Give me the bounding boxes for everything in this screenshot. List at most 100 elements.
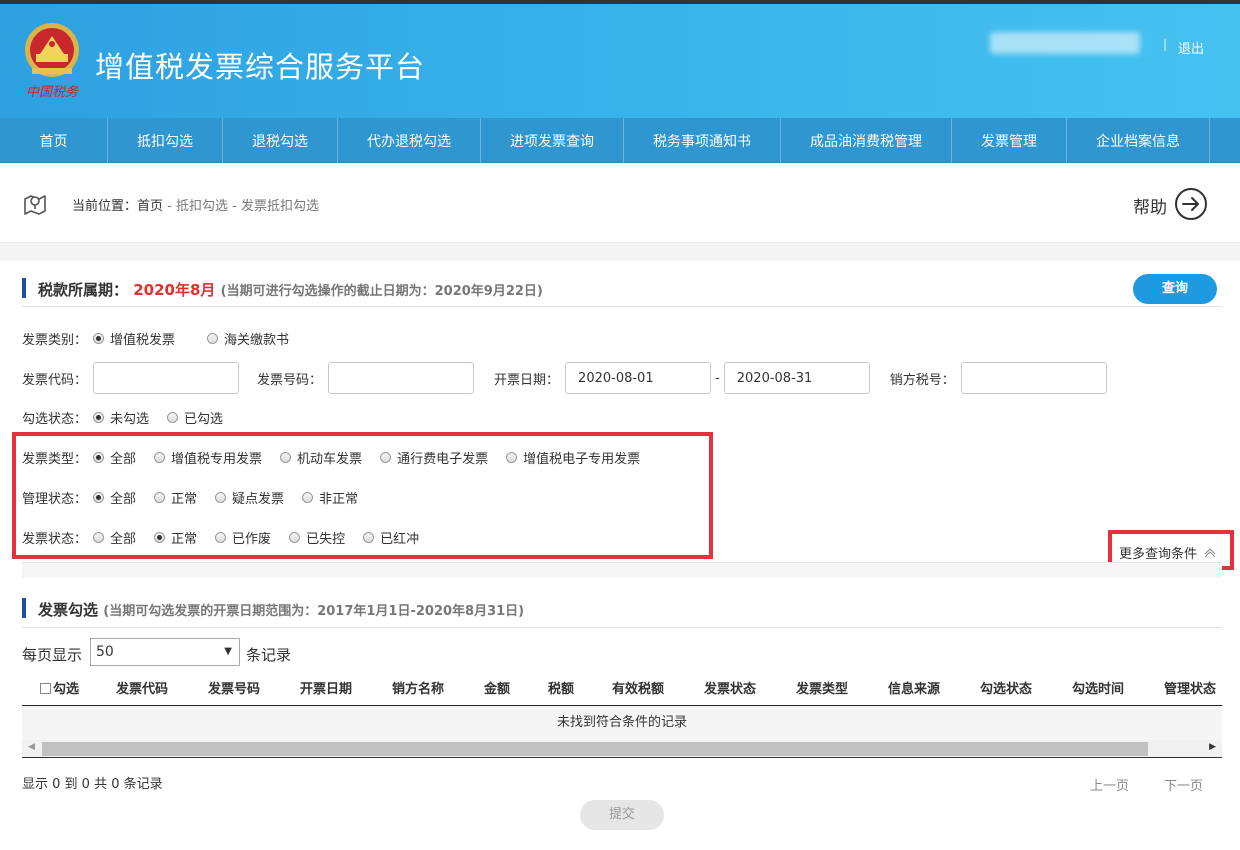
radio-label: 海关缴款书 xyxy=(224,333,290,348)
radio-type-toll-electronic[interactable]: 通行费电子发票 xyxy=(380,448,488,467)
radio-type-all[interactable]: 全部 xyxy=(93,448,136,467)
more-conditions-toggle[interactable]: 更多查询条件 xyxy=(1119,543,1216,562)
nav-input-invoice-query[interactable]: 进项发票查询 xyxy=(481,118,624,163)
radio-checked[interactable]: 已勾选 xyxy=(167,408,223,427)
radio-label: 增值税发票 xyxy=(110,333,176,348)
scroll-left-icon[interactable]: ◀ xyxy=(28,742,35,752)
radio-manage-abnormal[interactable]: 非正常 xyxy=(302,488,358,507)
radio-dot[interactable] xyxy=(154,452,166,463)
invoice-code-input[interactable] xyxy=(93,362,240,394)
nav-refund-check[interactable]: 退税勾选 xyxy=(223,118,338,163)
radio-status-normal[interactable]: 正常 xyxy=(154,528,197,547)
column-invoice-code: 发票代码 xyxy=(116,682,169,697)
radio-dot[interactable] xyxy=(93,492,105,503)
column-issue-date: 开票日期 xyxy=(300,682,353,697)
radio-dot[interactable] xyxy=(93,333,105,344)
radio-label: 非正常 xyxy=(319,492,359,507)
scrollbar-thumb[interactable] xyxy=(42,742,1148,756)
invoice-type-label: 发票类型： xyxy=(22,452,88,467)
radio-status-all[interactable]: 全部 xyxy=(93,528,136,547)
radio-dot[interactable] xyxy=(302,492,314,503)
selection-title-text: 发票勾选 xyxy=(38,601,99,619)
radio-status-red-reversed[interactable]: 已红冲 xyxy=(363,528,419,547)
nav-tax-notice[interactable]: 税务事项通知书 xyxy=(624,118,781,163)
radio-dot[interactable] xyxy=(93,452,105,463)
radio-dot[interactable] xyxy=(93,532,105,543)
selection-note: (当期可勾选发票的开票日期范围为：2017年1月1日-2020年8月31日) xyxy=(103,604,525,619)
caret-down-icon: ▼ xyxy=(224,646,232,657)
map-location-icon xyxy=(24,195,46,215)
arrow-right-circle-icon[interactable] xyxy=(1174,187,1208,221)
radio-dot[interactable] xyxy=(93,412,105,423)
radio-label: 机动车发票 xyxy=(297,452,363,467)
seller-tax-input[interactable] xyxy=(960,362,1107,394)
period-label: 税款所属期： xyxy=(38,281,129,299)
nav-invoice-management[interactable]: 发票管理 xyxy=(952,118,1067,163)
page-size-suffix: 条记录 xyxy=(246,646,292,664)
nav-oil-consumption-tax[interactable]: 成品油消费税管理 xyxy=(781,118,952,163)
date-to-input[interactable] xyxy=(723,362,870,394)
table-header: 勾选 发票代码 发票号码 开票日期 销方名称 金额 税额 有效税额 发票状态 发… xyxy=(22,672,1222,706)
header: 中国税务 增值税发票综合服务平台 | 退出 xyxy=(0,4,1240,118)
radio-label: 全部 xyxy=(110,452,137,467)
radio-dot[interactable] xyxy=(215,532,227,543)
radio-label: 已红冲 xyxy=(380,532,420,547)
blurred-username xyxy=(990,32,1140,54)
divider xyxy=(22,627,1222,628)
breadcrumb-level1[interactable]: 抵扣勾选 xyxy=(176,199,228,214)
divider xyxy=(22,306,1222,307)
next-page-button[interactable]: 下一页 xyxy=(1164,775,1203,794)
nav-agent-refund-check[interactable]: 代办退税勾选 xyxy=(338,118,481,163)
radio-dot[interactable] xyxy=(207,333,219,344)
radio-dot[interactable] xyxy=(506,452,518,463)
logout-link[interactable]: 退出 xyxy=(1178,38,1204,57)
radio-type-vat-electronic-special[interactable]: 增值税电子专用发票 xyxy=(506,448,640,467)
radio-label: 全部 xyxy=(110,532,137,547)
radio-type-vat-special[interactable]: 增值税专用发票 xyxy=(154,448,262,467)
page-size-select[interactable]: 50 ▼ xyxy=(90,638,240,666)
radio-dot[interactable] xyxy=(154,532,166,543)
header-separator: | xyxy=(1163,37,1168,51)
check-status-label: 勾选状态： xyxy=(22,412,88,427)
breadcrumb-home[interactable]: 首页 xyxy=(137,199,163,214)
breadcrumb-bar: 当前位置：首页 - 抵扣勾选 - 发票抵扣勾选 帮助 xyxy=(0,163,1240,243)
period-value: 2020年8月 xyxy=(133,281,216,299)
radio-dot[interactable] xyxy=(380,452,392,463)
radio-dot[interactable] xyxy=(154,492,166,503)
radio-dot[interactable] xyxy=(363,532,375,543)
radio-manage-all[interactable]: 全部 xyxy=(93,488,136,507)
column-info-source: 信息来源 xyxy=(888,682,941,697)
radio-status-voided[interactable]: 已作废 xyxy=(215,528,271,547)
radio-customs-payment[interactable]: 海关缴款书 xyxy=(207,329,289,348)
prev-page-button[interactable]: 上一页 xyxy=(1090,775,1129,794)
help-link[interactable]: 帮助 xyxy=(1133,193,1167,218)
more-conditions-label: 更多查询条件 xyxy=(1119,547,1198,562)
manage-status-label: 管理状态： xyxy=(22,492,88,507)
radio-dot[interactable] xyxy=(289,532,301,543)
nav-home[interactable]: 首页 xyxy=(0,118,108,163)
radio-status-out-of-control[interactable]: 已失控 xyxy=(289,528,345,547)
query-button[interactable]: 查询 xyxy=(1133,274,1217,304)
select-all-checkbox[interactable] xyxy=(40,683,51,694)
nav-enterprise-profile[interactable]: 企业档案信息 xyxy=(1067,118,1210,163)
column-invoice-number: 发票号码 xyxy=(208,682,261,697)
radio-dot[interactable] xyxy=(167,412,179,423)
tax-emblem-logo: 中国税务 xyxy=(25,23,79,100)
submit-button[interactable]: 提交 xyxy=(580,800,664,830)
section-marker xyxy=(22,598,26,618)
radio-manage-normal[interactable]: 正常 xyxy=(154,488,197,507)
scroll-right-icon[interactable]: ▶ xyxy=(1209,742,1216,752)
invoice-number-input[interactable] xyxy=(328,362,475,394)
radio-dot[interactable] xyxy=(280,452,292,463)
date-from-input[interactable] xyxy=(565,362,712,394)
horizontal-scrollbar[interactable]: ◀ ▶ xyxy=(22,740,1222,758)
radio-vat-invoice[interactable]: 增值税发票 xyxy=(93,329,175,348)
radio-manage-suspicious[interactable]: 疑点发票 xyxy=(215,488,284,507)
radio-type-vehicle[interactable]: 机动车发票 xyxy=(280,448,362,467)
column-check[interactable]: 勾选 xyxy=(40,678,79,697)
radio-dot[interactable] xyxy=(215,492,227,503)
radio-unchecked[interactable]: 未勾选 xyxy=(93,408,149,427)
chevron-up-icon xyxy=(1204,548,1216,558)
nav-deduction-check[interactable]: 抵扣勾选 xyxy=(108,118,223,163)
column-amount: 金额 xyxy=(484,682,511,697)
